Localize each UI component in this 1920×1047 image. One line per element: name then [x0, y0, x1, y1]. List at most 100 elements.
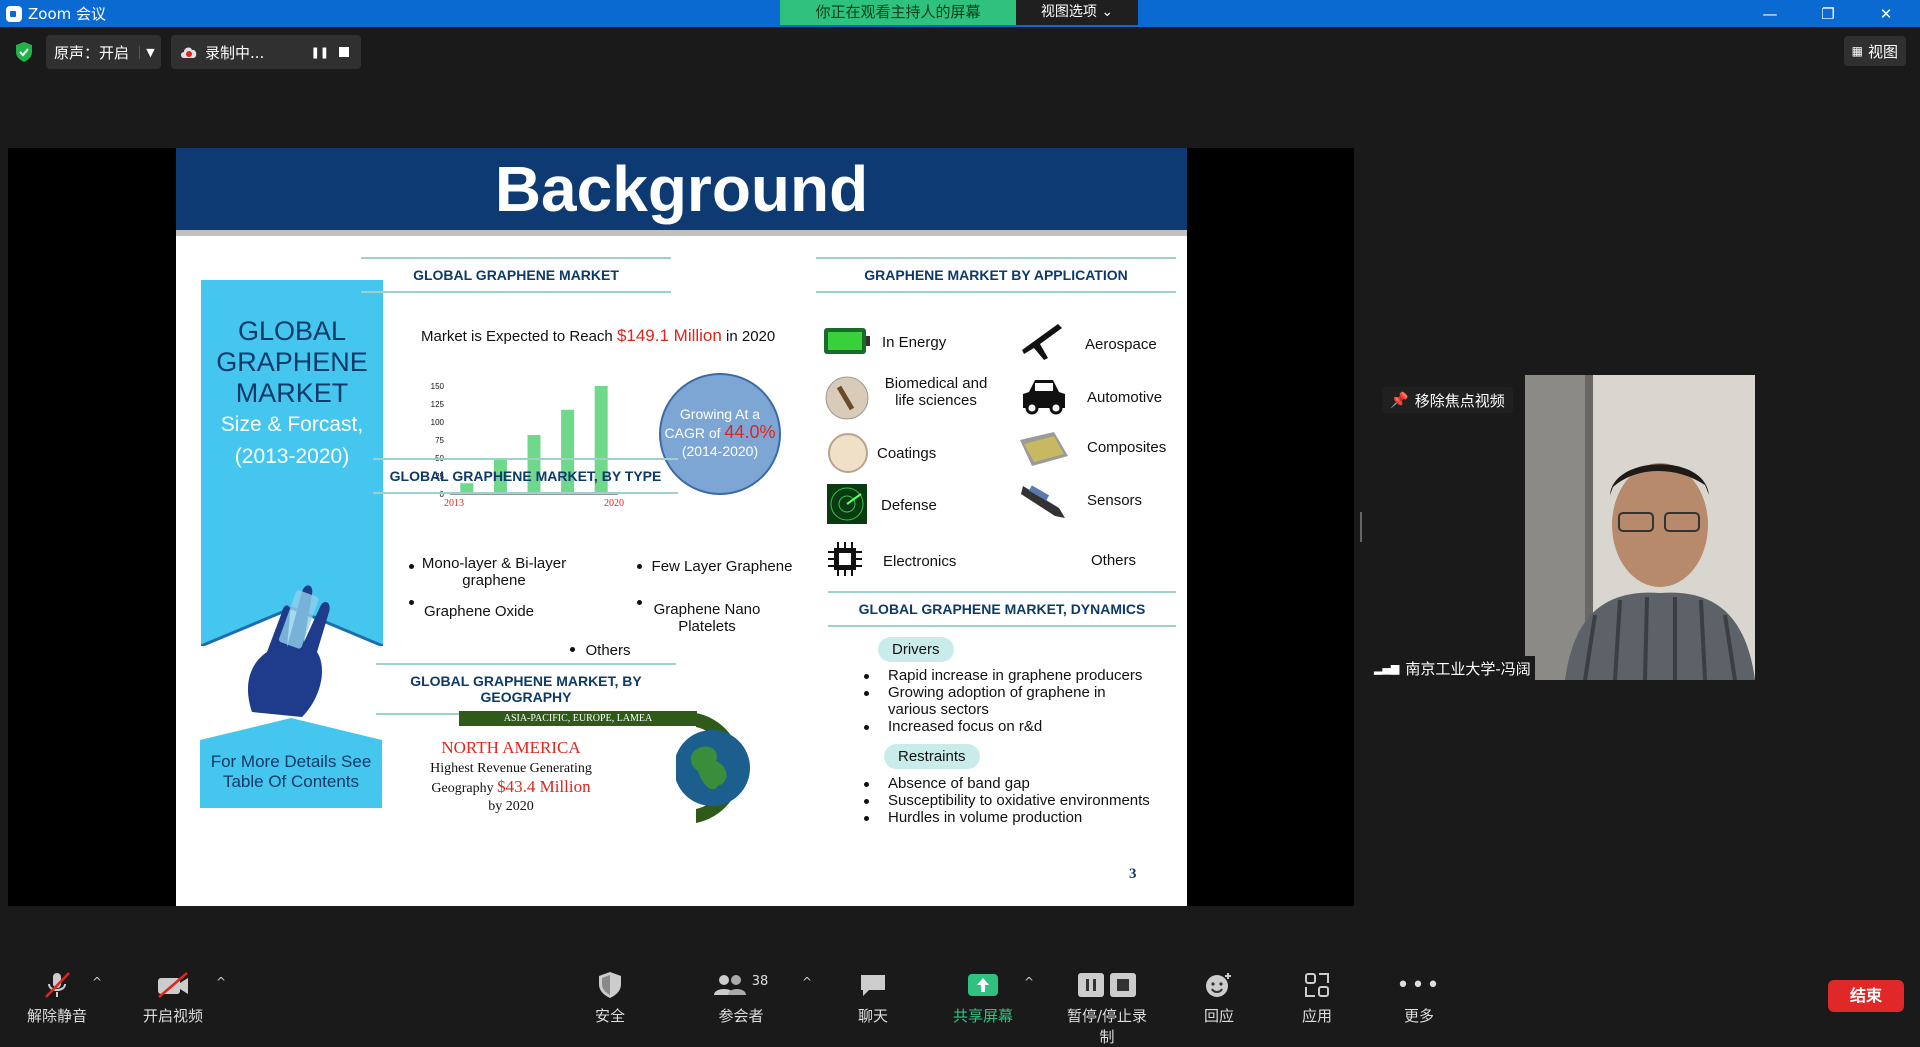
unpin-video-button[interactable]: 📌 移除焦点视频: [1382, 387, 1513, 413]
driver-item: Increased focus on r&d: [888, 718, 1043, 735]
biomedical-icon: [825, 376, 869, 420]
stop-record-icon: [1110, 973, 1136, 997]
bullet-dot: [570, 647, 575, 652]
application-item: Defense: [881, 497, 937, 514]
driver-item: Growing adoption of graphene in various …: [888, 684, 1106, 718]
market-header-text: GLOBAL GRAPHENE MARKET: [413, 267, 619, 283]
type-header-text: GLOBAL GRAPHENE MARKET, BY TYPE: [389, 468, 662, 484]
car-icon: [1023, 380, 1065, 415]
sharing-status: 你正在观看主持人的屏幕: [780, 0, 1016, 25]
record-control-button[interactable]: 暂停/停止录制: [1062, 957, 1152, 1047]
drivers-tag: Drivers: [878, 637, 954, 662]
left-heading: GLOBAL GRAPHENE MARKET: [216, 316, 368, 408]
record-control-label: 暂停/停止录制: [1066, 1007, 1148, 1046]
restraint-item: Absence of band gap: [888, 775, 1030, 792]
security-button[interactable]: 安全: [565, 957, 655, 1026]
application-item: Composites: [1087, 439, 1167, 456]
share-options-caret-icon[interactable]: ^: [1024, 975, 1034, 989]
geo-header: GLOBAL GRAPHENE MARKET, BY GEOGRAPHY: [376, 663, 676, 715]
bullet-dot: [864, 799, 869, 804]
x-tick-label: 2020: [604, 498, 624, 509]
left-sub2: (2013-2020): [234, 445, 350, 468]
type-item: Graphene Oxide: [423, 603, 535, 620]
unmute-label: 解除静音: [26, 1007, 87, 1025]
x-tick-label: 2013: [444, 498, 464, 509]
driver-item: Rapid increase in graphene producers: [888, 667, 1143, 684]
end-meeting-button[interactable]: 结束: [1828, 980, 1904, 1012]
reach-value: $149.1 Million: [616, 326, 722, 345]
type-item: Few Layer Graphene: [651, 558, 793, 575]
chat-button[interactable]: 聊天: [828, 957, 918, 1026]
view-label: 视图: [1867, 42, 1898, 61]
participants-caret-icon[interactable]: ^: [802, 975, 812, 989]
type-item: Others: [585, 642, 631, 659]
geo-strip: ASIA-PACIFIC, EUROPE, LAMEA: [459, 711, 697, 726]
unmute-button[interactable]: 解除静音: [12, 957, 102, 1026]
security-shield-icon[interactable]: [12, 40, 36, 64]
bullet-dot: [864, 782, 869, 787]
share-screen-button[interactable]: 共享屏幕: [938, 957, 1028, 1026]
participant-name: 南京工业大学-冯阔: [1405, 659, 1531, 678]
geo-value: $43.4 Million: [497, 777, 591, 796]
more-label: 更多: [1403, 1007, 1434, 1025]
audio-options-caret-icon[interactable]: ^: [92, 975, 102, 989]
panel-resize-handle[interactable]: [1360, 512, 1362, 542]
bullet-dot: [864, 816, 869, 821]
restraint-item: Susceptibility to oxidative environments: [888, 792, 1150, 809]
application-item: In Energy: [882, 334, 947, 351]
left-sub1: Size & Forcast,: [220, 413, 364, 436]
market-header: GLOBAL GRAPHENE MARKET: [361, 257, 671, 293]
start-video-button[interactable]: 开启视频: [128, 957, 218, 1026]
more-details-box: For More Details See Table Of Contents: [200, 718, 382, 808]
close-icon[interactable]: ✕: [1858, 0, 1914, 27]
restore-icon[interactable]: ❐: [1800, 0, 1856, 27]
cagr-years: (2014-2020): [681, 443, 759, 459]
participants-button[interactable]: 38 参会者: [696, 957, 786, 1026]
microphone-muted-icon: [45, 972, 70, 998]
view-button[interactable]: ▦ 视图: [1843, 36, 1906, 66]
y-tick-label: 100: [431, 418, 445, 427]
reactions-button[interactable]: 回应: [1174, 957, 1264, 1026]
share-screen-label: 共享屏幕: [952, 1007, 1013, 1025]
slide-title: Background: [494, 153, 869, 225]
share-screen-icon: [968, 974, 998, 996]
video-options-caret-icon[interactable]: ^: [216, 975, 226, 989]
application-item: Others: [1091, 552, 1137, 569]
stop-icon[interactable]: [339, 47, 350, 57]
type-header: GLOBAL GRAPHENE MARKET, BY TYPE: [373, 458, 678, 494]
more-dots-icon: •••: [1396, 972, 1442, 998]
apps-button[interactable]: 应用: [1272, 957, 1362, 1026]
recording-indicator: 录制中... ❚❚: [171, 35, 362, 69]
original-sound-toggle[interactable]: 原声：开启 ▼: [46, 35, 162, 69]
dynamics-header: GLOBAL GRAPHENE MARKET, DYNAMICS: [828, 591, 1176, 627]
y-tick-label: 75: [435, 436, 444, 445]
application-item: Biomedical and life sciences: [884, 375, 988, 409]
chevron-down-icon[interactable]: ▼: [139, 45, 161, 59]
apps-label: 应用: [1301, 1007, 1332, 1025]
chip-icon: [828, 542, 862, 576]
security-icon: [599, 972, 621, 998]
battery-icon: [824, 328, 870, 354]
bullet-dot: [637, 564, 642, 569]
geo-line2: Geography: [431, 781, 494, 796]
pause-icon[interactable]: ❚❚: [311, 46, 329, 59]
meeting-toolbar: 解除静音 ^ 开启视频 ^ 安全 38 参会者 ^ 聊天 共享屏幕 ^ 暂停/停…: [0, 957, 1920, 1046]
market-reach-text: Market is Expected to Reach $149.1 Milli…: [421, 326, 775, 346]
start-video-label: 开启视频: [142, 1007, 203, 1025]
cagr-value: 44.0%: [724, 422, 776, 442]
bullet-dot: [409, 564, 414, 569]
chat-icon: [861, 975, 885, 996]
participants-label: 参会者: [718, 1007, 764, 1025]
more-button[interactable]: ••• 更多: [1374, 957, 1464, 1026]
original-sound-label: 原声：开启: [54, 43, 130, 62]
application-item: Aerospace: [1085, 336, 1157, 353]
y-tick-label: 150: [431, 382, 445, 391]
minimize-icon[interactable]: —: [1742, 0, 1798, 27]
page-number: 3: [1129, 866, 1137, 882]
application-header: GRAPHENE MARKET BY APPLICATION: [816, 257, 1176, 293]
view-options-button[interactable]: 视图选项 ⌄: [1016, 0, 1138, 25]
reactions-label: 回应: [1203, 1007, 1234, 1025]
type-item: Graphene Nano Platelets: [653, 601, 761, 635]
more-details-text: For More Details See Table Of Contents: [210, 752, 372, 791]
bullet-dot: [409, 600, 414, 605]
